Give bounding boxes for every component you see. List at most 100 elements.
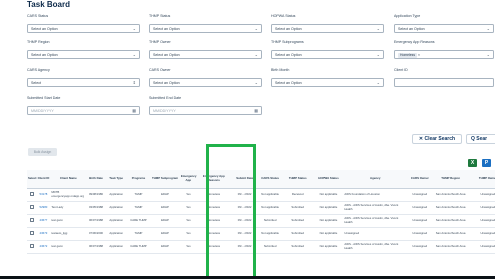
clear-search-button[interactable]: ✕ Clear Search bbox=[412, 134, 462, 144]
select-cell bbox=[27, 201, 37, 215]
client-id-link[interactable]: 52980 bbox=[36, 201, 51, 215]
column-header[interactable]: Emergency App bbox=[179, 170, 197, 189]
table-header-row: Select Client ID Client Name Birth Date Task… bbox=[27, 170, 495, 189]
submitted-start-date-label: Submitted Start Date bbox=[27, 96, 61, 100]
client-id-link[interactable]: 43673 bbox=[36, 227, 51, 241]
table-cell: Unassigned bbox=[468, 227, 495, 241]
application-type-select[interactable]: Select an Option ⌄ bbox=[394, 24, 494, 33]
table-cell: Submitted bbox=[281, 214, 314, 228]
table-row[interactable]: 43672 test gann 06/07/1988 Application CARE … bbox=[27, 240, 495, 254]
table-cell: test gann bbox=[50, 240, 87, 254]
column-header[interactable]: THMP Subprogram bbox=[150, 170, 180, 189]
thmp-region-select[interactable]: Select an Option ⌄ bbox=[27, 50, 140, 59]
cars-owner-value: Select an Option bbox=[153, 81, 180, 85]
client-id-input[interactable] bbox=[394, 78, 494, 87]
column-header[interactable]: THMP Region bbox=[432, 170, 469, 189]
bulk-assign-button[interactable]: Bulk Assign bbox=[28, 148, 57, 156]
table-cell: testauto_jtgg bbox=[50, 227, 87, 241]
cars-status-value: Select an Option bbox=[31, 27, 58, 31]
table-cell: THMP bbox=[126, 227, 151, 241]
hopwa-status-select[interactable]: Select an Option ⌄ bbox=[271, 24, 384, 33]
column-header[interactable]: Client ID bbox=[36, 170, 51, 189]
thmp-subprograms-value: Select an Option bbox=[275, 53, 302, 57]
table-cell: Not applicable bbox=[313, 201, 344, 215]
table-cell: Application bbox=[105, 240, 127, 254]
table-cell: Unassigned bbox=[468, 214, 495, 228]
column-header[interactable]: CARS Status bbox=[258, 170, 282, 189]
table-cell: Unassigned bbox=[468, 240, 495, 254]
table-row[interactable]: 53178 MDTB emergencyapp.mdapp.org 09/08/19… bbox=[27, 188, 495, 202]
column-header[interactable]: CARS Owner bbox=[407, 170, 433, 189]
client-id-label: Client ID bbox=[394, 68, 408, 72]
cars-status-select[interactable]: Select an Option ⌄ bbox=[27, 24, 140, 33]
table-cell: AIDS Foundation of Houston bbox=[343, 188, 408, 202]
table-cell: San Antonio/South Area bbox=[432, 188, 469, 202]
emergency-app-reasons-label: Emergency App Reasons bbox=[394, 40, 435, 44]
chevron-down-icon: ⌄ bbox=[132, 26, 136, 31]
birth-month-select[interactable]: Select an Option ⌄ bbox=[271, 78, 384, 87]
table-cell: Submitted bbox=[258, 240, 282, 254]
table-row[interactable]: 43673 testauto_jtgg 07/06/2000 Application T… bbox=[27, 227, 495, 241]
thmp-subprograms-select[interactable]: Select an Option ⌄ bbox=[271, 50, 384, 59]
table-cell: Unassigned bbox=[407, 240, 433, 254]
table-row[interactable]: 52980 Test Lady 03/05/1988 Application THMP E… bbox=[27, 201, 495, 215]
client-id-link[interactable]: 43677 bbox=[36, 214, 51, 228]
column-header[interactable]: Programs bbox=[126, 170, 151, 189]
emergency-app-reasons-select[interactable]: Homeless × ⌄ bbox=[394, 50, 494, 59]
column-header[interactable]: Agency bbox=[343, 170, 408, 189]
column-header[interactable]: Client Name bbox=[50, 170, 87, 189]
table-cell: THMP bbox=[126, 201, 151, 215]
application-type-label: Application Type bbox=[394, 14, 421, 18]
column-header[interactable]: HOPWA Status bbox=[313, 170, 344, 189]
column-header[interactable]: Birth Date bbox=[86, 170, 106, 189]
pdf-export-icon[interactable]: P bbox=[482, 159, 491, 167]
table-body: 53178 MDTB emergencyapp.mdapp.org 09/08/19… bbox=[27, 188, 495, 254]
column-header[interactable]: THMP Status bbox=[281, 170, 314, 189]
table-cell: Submitted bbox=[258, 214, 282, 228]
calendar-icon[interactable]: ▦ bbox=[254, 107, 258, 114]
chevron-down-icon: ⌄ bbox=[254, 26, 258, 31]
submitted-start-date-date-input[interactable]: MM/DD/YYYY ▦ bbox=[27, 106, 140, 115]
client-id-link[interactable]: 43672 bbox=[36, 240, 51, 254]
row-checkbox[interactable] bbox=[29, 191, 34, 196]
table-cell: 06/07/1988 bbox=[86, 240, 106, 254]
table-cell: Not applicable bbox=[313, 214, 344, 228]
hopwa-status-label: HOPWA Status bbox=[271, 14, 296, 18]
row-checkbox[interactable] bbox=[29, 230, 34, 235]
task-table: Select Client ID Client Name Birth Date Task… bbox=[27, 170, 495, 254]
row-checkbox[interactable] bbox=[29, 204, 34, 209]
table-cell: Application bbox=[105, 227, 127, 241]
table-cell: Test Lady bbox=[50, 201, 87, 215]
select-cell bbox=[27, 240, 37, 254]
search-button[interactable]: Q Sear bbox=[466, 134, 495, 144]
column-header[interactable]: THMP Owner bbox=[468, 170, 495, 189]
birth-month-label: Birth Month bbox=[271, 68, 290, 72]
table-cell: Yes bbox=[179, 214, 197, 228]
table-row[interactable]: 43677 test gann 06/07/1988 Application CARE … bbox=[27, 214, 495, 228]
table-cell: Submitted bbox=[281, 201, 314, 215]
table-cell: Not applicable bbox=[258, 188, 282, 202]
row-checkbox[interactable] bbox=[29, 217, 34, 222]
remove-tag-icon[interactable]: × bbox=[417, 53, 420, 57]
row-checkbox[interactable] bbox=[29, 243, 34, 248]
table-cell: EDHP bbox=[150, 240, 180, 254]
submitted-end-date-value: MM/DD/YYYY bbox=[153, 109, 176, 113]
chevron-down-icon: ⌄ bbox=[376, 52, 380, 57]
client-id-link[interactable]: 53178 bbox=[36, 188, 51, 202]
chevron-down-icon: ⌄ bbox=[254, 52, 258, 57]
cars-owner-select[interactable]: Select an Option ⌄ bbox=[149, 78, 262, 87]
table-cell: AIDS - AIDS Services of Austin, dba. Viv… bbox=[343, 214, 408, 228]
table-cell: Submitted bbox=[281, 227, 314, 241]
column-header[interactable]: Select bbox=[27, 170, 37, 189]
column-header[interactable]: Task Type bbox=[105, 170, 127, 189]
excel-export-icon[interactable]: X bbox=[468, 159, 477, 167]
table-cell: Not applicable bbox=[313, 188, 344, 202]
cars-agency-select[interactable]: Select ⇕ bbox=[27, 78, 140, 87]
table-cell: San Antonio/South Area bbox=[432, 214, 469, 228]
thmp-status-select[interactable]: Select an Option ⌄ bbox=[149, 24, 262, 33]
thmp-owner-select[interactable]: Select an Option ⌄ bbox=[149, 50, 262, 59]
thmp-owner-value: Select an Option bbox=[153, 53, 180, 57]
table-cell: AIDS - AIDS Services of Austin, dba. Viv… bbox=[343, 201, 408, 215]
calendar-icon[interactable]: ▦ bbox=[132, 107, 136, 114]
submitted-end-date-date-input[interactable]: MM/DD/YYYY ▦ bbox=[149, 106, 262, 115]
